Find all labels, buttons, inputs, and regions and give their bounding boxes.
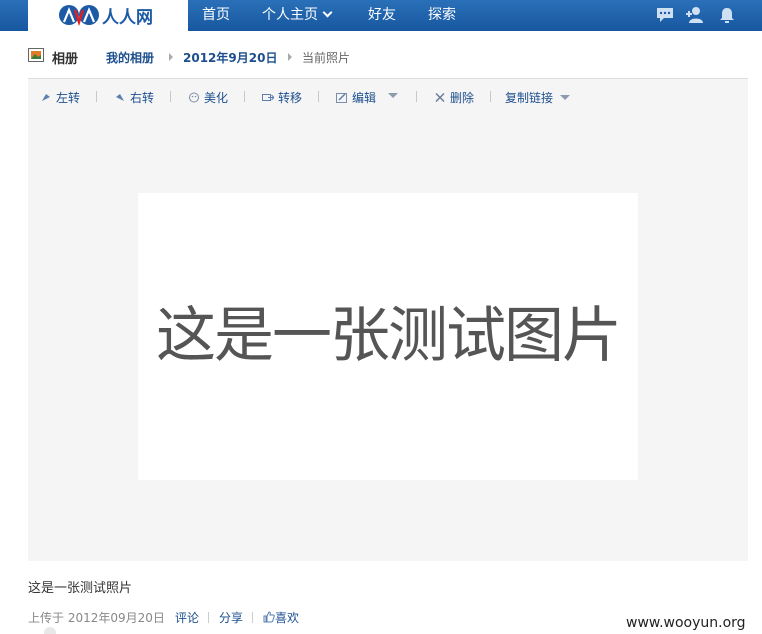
rotate-left-label: 左转 — [56, 91, 81, 105]
top-nav-bar: 人人网 首页 个人主页 好友 探索 — [0, 0, 762, 31]
thumbs-up-icon — [263, 611, 275, 623]
breadcrumb-current: 当前照片 — [302, 51, 351, 65]
caret-down-icon — [388, 93, 398, 98]
photo-album-icon — [28, 48, 44, 62]
add-friend-icon[interactable] — [685, 6, 705, 24]
edit-icon — [336, 93, 347, 103]
toolbar-separator — [170, 91, 171, 102]
edit-label: 编辑 — [352, 91, 377, 105]
breadcrumb-arrow-icon — [288, 53, 292, 61]
chat-icon[interactable] — [655, 6, 675, 24]
toolbar-separator — [96, 91, 97, 102]
copy-link-label: 复制链接 — [505, 91, 554, 105]
share-link[interactable]: 分享 — [219, 609, 243, 626]
toolbar-separator — [416, 91, 417, 102]
toolbar-separator — [490, 91, 491, 102]
caret-down-icon — [559, 95, 570, 100]
rotate-right-label: 右转 — [130, 91, 155, 105]
logo-text: 人人网 — [102, 8, 153, 28]
like-label: 喜欢 — [275, 611, 300, 625]
beautify-icon — [189, 92, 199, 103]
close-icon — [435, 92, 445, 103]
watermark: www.wooyun.org — [626, 615, 746, 631]
scroll-hint — [44, 627, 56, 634]
toolbar-separator — [244, 91, 245, 102]
beautify-button[interactable]: 美化 — [188, 89, 228, 106]
move-icon — [262, 94, 274, 101]
beautify-label: 美化 — [204, 91, 229, 105]
delete-label: 删除 — [450, 91, 475, 105]
logo[interactable]: 人人网 — [28, 0, 188, 31]
photo-panel: 左转 右转 美化 转移 编辑 删除 复制链接 这是一张测试图片 — [28, 79, 748, 561]
renren-logo-icon — [59, 5, 99, 26]
nav-profile[interactable]: 个人主页 — [262, 0, 333, 31]
rotate-left-icon — [42, 94, 50, 101]
edit-dropdown-button[interactable] — [388, 89, 398, 103]
like-link[interactable]: 喜欢 — [263, 609, 299, 626]
chevron-down-icon — [322, 7, 333, 18]
nav-home[interactable]: 首页 — [202, 0, 230, 31]
nav-profile-label: 个人主页 — [262, 7, 318, 23]
meta-separator — [252, 612, 253, 623]
copy-link-button[interactable]: 复制链接 — [505, 89, 570, 106]
breadcrumb-my-albums[interactable]: 我的相册 — [106, 49, 154, 66]
move-label: 转移 — [278, 91, 303, 105]
meta-separator — [208, 612, 209, 623]
rotate-right-icon — [116, 94, 124, 101]
rotate-right-button[interactable]: 右转 — [114, 89, 154, 106]
edit-button[interactable]: 编辑 — [336, 89, 376, 106]
photo-image-text: 这是一张测试图片 — [156, 301, 622, 371]
breadcrumb-section: 相册 — [52, 52, 79, 67]
move-button[interactable]: 转移 — [262, 89, 302, 106]
nav-friends[interactable]: 好友 — [368, 0, 396, 31]
delete-button[interactable]: 删除 — [434, 89, 474, 106]
photo-caption: 这是一张测试照片 — [28, 581, 133, 596]
breadcrumb-arrow-icon — [169, 53, 173, 61]
breadcrumb: 相册 我的相册 2012年9月20日 当前照片 — [28, 46, 748, 68]
toolbar-separator — [318, 91, 319, 102]
photo-toolbar: 左转 右转 美化 转移 编辑 删除 复制链接 — [28, 87, 748, 107]
rotate-left-button[interactable]: 左转 — [40, 89, 80, 106]
photo-image[interactable]: 这是一张测试图片 — [138, 193, 638, 480]
breadcrumb-album[interactable]: 2012年9月20日 — [183, 49, 277, 66]
notification-bell-icon[interactable] — [717, 6, 737, 24]
upload-date: 上传于 2012年09月20日 — [28, 611, 165, 625]
nav-explore[interactable]: 探索 — [428, 0, 456, 31]
comment-link[interactable]: 评论 — [175, 609, 199, 626]
